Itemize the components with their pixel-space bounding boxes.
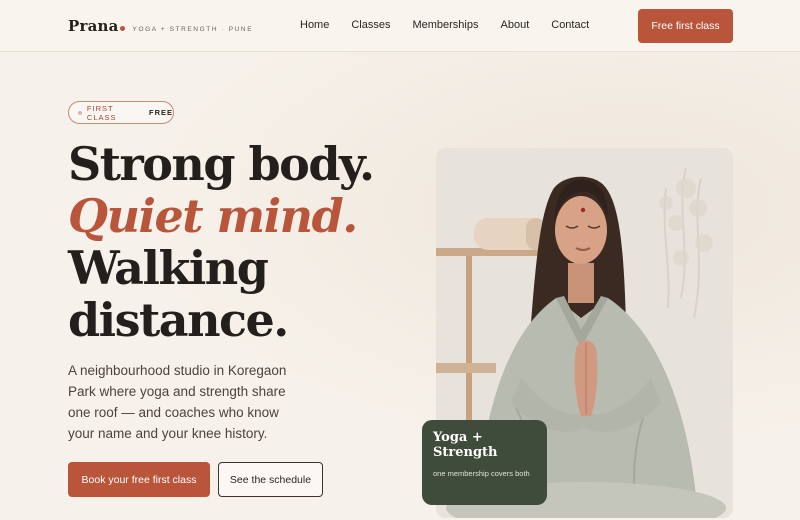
first-class-free-badge: FIRST CLASS FREE (68, 101, 174, 124)
hero-headline: Strong body. Quiet mind. Walking distanc… (68, 138, 398, 346)
brand-name: Prana (68, 17, 119, 35)
card-title: Yoga + Strength (433, 430, 498, 460)
book-free-class-button[interactable]: Book your free first class (68, 462, 210, 497)
membership-info-card: Yoga + Strength one membership covers bo… (422, 420, 547, 505)
nav-item-classes[interactable]: Classes (351, 19, 390, 31)
badge-dot-icon (78, 110, 82, 115)
badge-strong-text: FREE (148, 108, 173, 117)
headline-line-1: Strong body. (68, 137, 375, 191)
hero-description: A neighbourhood studio in Koregaon Park … (68, 363, 287, 441)
see-schedule-button[interactable]: See the schedule (218, 462, 323, 497)
headline-line-4: distance. (68, 293, 289, 347)
main-nav: Home Classes Memberships About Contact (300, 19, 611, 31)
headline-line-2: Quiet mind. (68, 189, 358, 243)
nav-item-about[interactable]: About (501, 19, 530, 31)
nav-item-memberships[interactable]: Memberships (412, 19, 478, 31)
site-header: Prana YOGA + STRENGTH · PUNE Home Classe… (0, 0, 800, 52)
nav-item-contact[interactable]: Contact (551, 19, 589, 31)
headline-line-3: Walking (68, 241, 269, 295)
brand-dot-icon (119, 26, 125, 31)
brand-tagline: YOGA + STRENGTH · PUNE (132, 26, 254, 33)
brand-logo[interactable]: Prana YOGA + STRENGTH · PUNE (68, 17, 253, 36)
free-first-class-button[interactable]: Free first class (638, 9, 733, 43)
nav-item-home[interactable]: Home (300, 19, 329, 31)
card-subtitle: one membership covers both (433, 469, 530, 478)
badge-text: FIRST CLASS (86, 103, 117, 122)
